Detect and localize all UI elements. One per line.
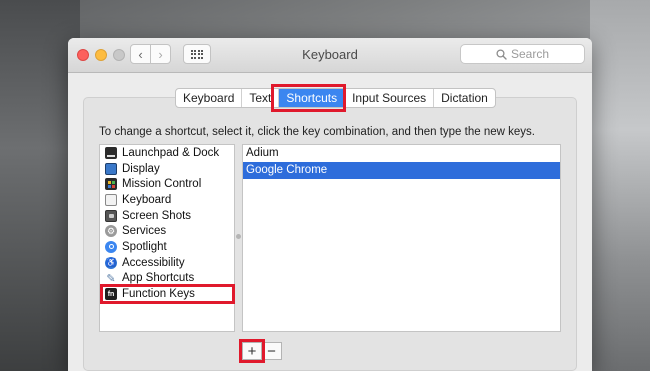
category-label: Keyboard	[122, 193, 172, 206]
category-label: App Shortcuts	[122, 272, 195, 285]
category-label: Launchpad & Dock	[122, 146, 220, 159]
keyboard-icon	[105, 193, 117, 206]
tab-input-sources[interactable]: Input Sources	[345, 89, 435, 107]
category-app-shortcuts[interactable]: ✎ App Shortcuts	[100, 271, 234, 287]
tab-keyboard[interactable]: Keyboard	[176, 89, 243, 107]
category-label: Accessibility	[122, 256, 185, 269]
launchpad-dock-icon	[105, 146, 117, 159]
tab-text[interactable]: Text	[242, 89, 280, 107]
app-shortcuts-list[interactable]: Adium Google Chrome	[242, 144, 561, 332]
screen-shots-icon	[105, 209, 117, 222]
desktop-background-right	[590, 0, 650, 371]
shortcut-categories-list[interactable]: Launchpad & Dock Display Mission Control…	[99, 144, 235, 332]
category-label: Spotlight	[122, 240, 167, 253]
accessibility-icon: ♿	[105, 256, 117, 269]
app-item-adium[interactable]: Adium	[243, 145, 560, 162]
title-bar: ‹ › Keyboard Search	[68, 38, 592, 73]
category-services[interactable]: ⚙ Services	[100, 223, 234, 239]
add-button[interactable]: +	[242, 342, 262, 360]
category-keyboard[interactable]: Keyboard	[100, 192, 234, 208]
instructions-text: To change a shortcut, select it, click t…	[99, 126, 535, 138]
category-display[interactable]: Display	[100, 161, 234, 177]
search-placeholder: Search	[510, 47, 550, 61]
services-gear-icon: ⚙	[105, 225, 117, 238]
category-label: Screen Shots	[122, 209, 192, 222]
category-function-keys[interactable]: fn Function Keys	[100, 286, 234, 302]
keyboard-preferences-window: ‹ › Keyboard Search Keyboard Text Shortc…	[68, 38, 592, 371]
remove-button[interactable]: −	[262, 342, 282, 360]
search-icon	[496, 48, 507, 60]
spotlight-icon	[105, 240, 117, 253]
display-icon	[105, 162, 117, 175]
category-label: Services	[122, 225, 167, 238]
function-keys-icon: fn	[105, 288, 117, 301]
tab-dictation[interactable]: Dictation	[434, 89, 495, 107]
category-accessibility[interactable]: ♿ Accessibility	[100, 255, 234, 271]
category-launchpad-dock[interactable]: Launchpad & Dock	[100, 145, 234, 161]
app-shortcuts-icon: ✎	[106, 272, 116, 285]
add-remove-buttons: + −	[242, 342, 282, 360]
category-screen-shots[interactable]: Screen Shots	[100, 208, 234, 224]
split-view-divider-handle[interactable]	[236, 234, 241, 239]
category-label: Display	[122, 162, 160, 175]
search-field[interactable]: Search	[460, 44, 585, 64]
app-item-google-chrome[interactable]: Google Chrome	[243, 162, 560, 179]
tab-bar: Keyboard Text Shortcuts Input Sources Di…	[175, 88, 496, 108]
category-mission-control[interactable]: Mission Control	[100, 176, 234, 192]
category-label: Mission Control	[122, 178, 202, 191]
tab-shortcuts[interactable]: Shortcuts	[279, 89, 346, 107]
mission-control-icon	[105, 178, 117, 191]
category-spotlight[interactable]: Spotlight	[100, 239, 234, 255]
category-label: Function Keys	[122, 288, 195, 301]
